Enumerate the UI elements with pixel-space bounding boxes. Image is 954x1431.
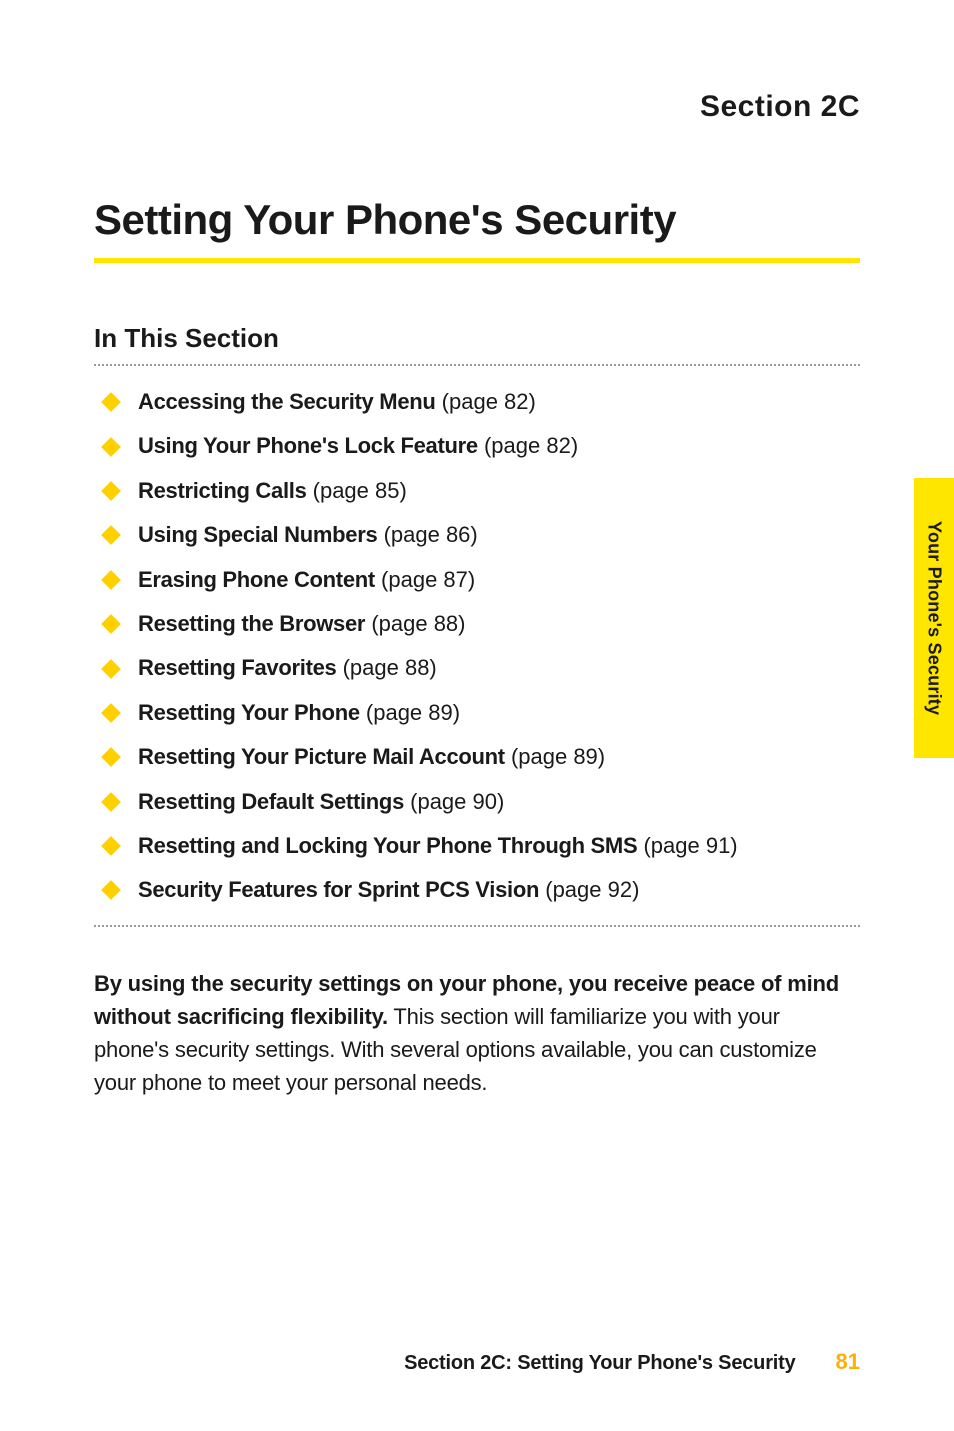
toc-item-pageref: (page 89) [505, 744, 605, 769]
toc-text: Resetting Your Picture Mail Account (pag… [138, 744, 605, 770]
diamond-bullet-icon [101, 481, 121, 501]
diamond-bullet-icon [101, 836, 121, 856]
toc-item: Using Special Numbers (page 86) [94, 513, 860, 557]
toc-item: Resetting Favorites (page 88) [94, 646, 860, 690]
toc-text: Resetting the Browser (page 88) [138, 611, 466, 637]
toc-item: Security Features for Sprint PCS Vision … [94, 868, 860, 912]
toc-item-pageref: (page 90) [404, 789, 504, 814]
footer-page-number: 81 [836, 1349, 860, 1375]
toc-text: Erasing Phone Content (page 87) [138, 567, 475, 593]
toc-item-title: Using Special Numbers [138, 522, 377, 547]
in-this-section-heading: In This Section [94, 323, 860, 354]
toc-item-title: Using Your Phone's Lock Feature [138, 433, 478, 458]
toc-item-title: Security Features for Sprint PCS Vision [138, 877, 539, 902]
toc-text: Accessing the Security Menu (page 82) [138, 389, 536, 415]
side-tab: Your Phone's Security [914, 478, 954, 758]
diamond-bullet-icon [101, 881, 121, 901]
toc-item: Resetting and Locking Your Phone Through… [94, 824, 860, 868]
toc-text: Restricting Calls (page 85) [138, 478, 407, 504]
toc-item-pageref: (page 89) [360, 700, 460, 725]
toc-item-title: Restricting Calls [138, 478, 307, 503]
toc-item-pageref: (page 87) [375, 567, 475, 592]
toc-item: Erasing Phone Content (page 87) [94, 558, 860, 602]
diamond-bullet-icon [101, 525, 121, 545]
toc-text: Resetting Favorites (page 88) [138, 655, 437, 681]
section-label: Section 2C [94, 90, 860, 124]
toc-item-pageref: (page 91) [637, 833, 737, 858]
toc-item: Resetting Your Phone (page 89) [94, 691, 860, 735]
toc-list: Accessing the Security Menu (page 82)Usi… [94, 366, 860, 925]
toc-item-title: Accessing the Security Menu [138, 389, 436, 414]
toc-item: Resetting Your Picture Mail Account (pag… [94, 735, 860, 779]
toc-item-pageref: (page 82) [478, 433, 578, 458]
toc-item-pageref: (page 92) [539, 877, 639, 902]
toc-text: Resetting Your Phone (page 89) [138, 700, 460, 726]
toc-text: Resetting Default Settings (page 90) [138, 789, 504, 815]
page-title: Setting Your Phone's Security [94, 196, 860, 244]
toc-item-title: Resetting Your Phone [138, 700, 360, 725]
title-underline [94, 258, 860, 263]
diamond-bullet-icon [101, 792, 121, 812]
toc-text: Resetting and Locking Your Phone Through… [138, 833, 738, 859]
toc-item-title: Resetting and Locking Your Phone Through… [138, 833, 637, 858]
toc-item-pageref: (page 88) [365, 611, 465, 636]
toc-text: Using Your Phone's Lock Feature (page 82… [138, 433, 578, 459]
toc-item: Restricting Calls (page 85) [94, 469, 860, 513]
toc-item-title: Erasing Phone Content [138, 567, 375, 592]
toc-item: Using Your Phone's Lock Feature (page 82… [94, 424, 860, 468]
intro-paragraph: By using the security settings on your p… [94, 967, 860, 1099]
document-page: Section 2C Setting Your Phone's Security… [0, 0, 954, 1431]
toc-item-title: Resetting Your Picture Mail Account [138, 744, 505, 769]
diamond-bullet-icon [101, 614, 121, 634]
toc-item-title: Resetting Default Settings [138, 789, 404, 814]
toc-item-title: Resetting Favorites [138, 655, 336, 680]
toc-item: Resetting the Browser (page 88) [94, 602, 860, 646]
toc-text: Using Special Numbers (page 86) [138, 522, 478, 548]
side-tab-label: Your Phone's Security [924, 521, 945, 715]
toc-item-pageref: (page 88) [336, 655, 436, 680]
diamond-bullet-icon [101, 570, 121, 590]
page-footer: Section 2C: Setting Your Phone's Securit… [94, 1349, 860, 1375]
diamond-bullet-icon [101, 392, 121, 412]
toc-text: Security Features for Sprint PCS Vision … [138, 877, 639, 903]
toc-item-pageref: (page 82) [436, 389, 536, 414]
diamond-bullet-icon [101, 703, 121, 723]
toc-item-pageref: (page 86) [377, 522, 477, 547]
diamond-bullet-icon [101, 659, 121, 679]
diamond-bullet-icon [101, 747, 121, 767]
toc-item-title: Resetting the Browser [138, 611, 365, 636]
dotted-rule-bottom [94, 925, 860, 927]
toc-item: Resetting Default Settings (page 90) [94, 780, 860, 824]
toc-item-pageref: (page 85) [307, 478, 407, 503]
diamond-bullet-icon [101, 437, 121, 457]
footer-title: Section 2C: Setting Your Phone's Securit… [404, 1352, 795, 1375]
toc-item: Accessing the Security Menu (page 82) [94, 380, 860, 424]
